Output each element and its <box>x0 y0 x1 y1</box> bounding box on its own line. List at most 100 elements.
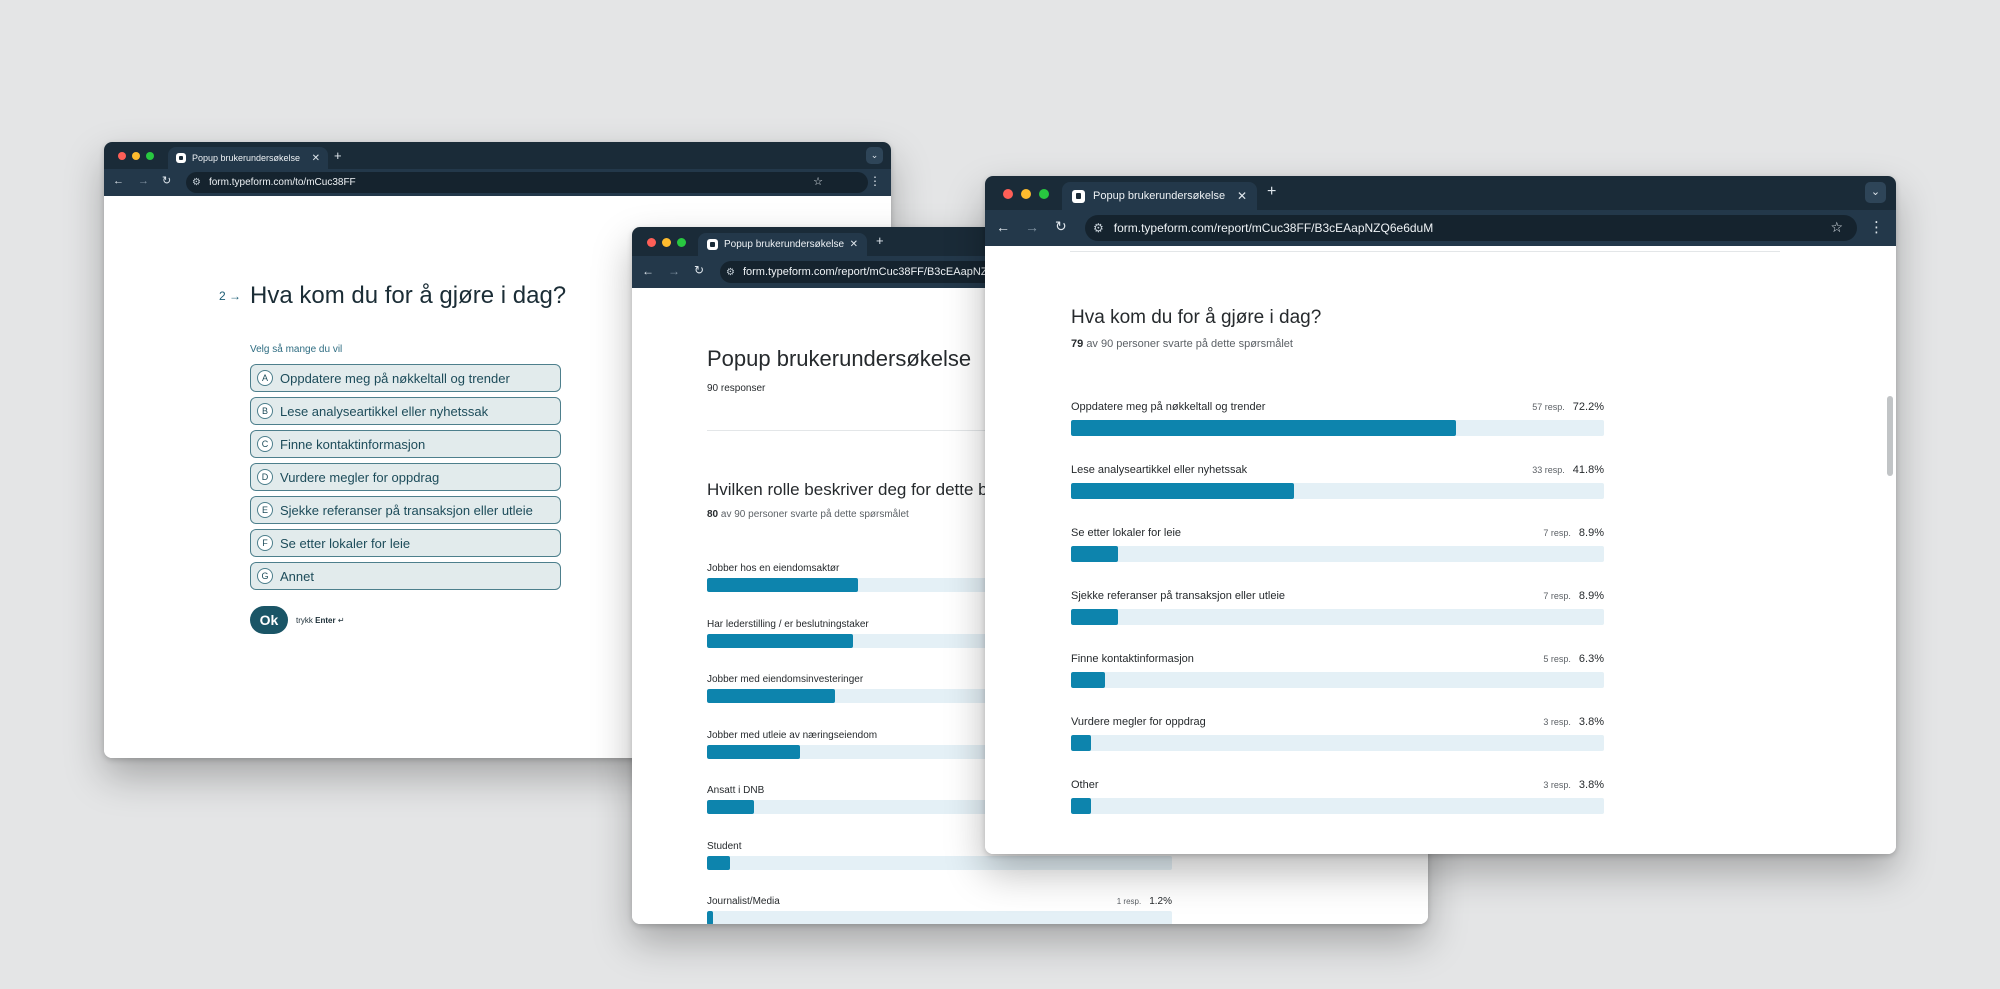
reload-icon[interactable]: ↻ <box>1055 218 1067 235</box>
reload-icon[interactable]: ↻ <box>162 174 171 187</box>
choice-label: Sjekke referanser på transaksjon eller u… <box>280 502 533 518</box>
choice-key: A <box>257 370 273 386</box>
question-title: Hva kom du for å gjøre i dag? <box>1071 307 1322 328</box>
minimize-window-button[interactable] <box>1021 189 1031 199</box>
back-arrow-icon[interactable]: ← <box>642 264 654 278</box>
address-bar[interactable]: ⚙ form.typeform.com/to/mCuc38FF ☆ <box>186 172 868 193</box>
browser-tab[interactable]: Popup brukerundersøkelse ✕ <box>1062 182 1257 210</box>
site-settings-icon[interactable]: ⚙ <box>726 267 735 278</box>
new-tab-button[interactable]: + <box>1267 183 1276 201</box>
answer-bar-track <box>1071 798 1604 814</box>
browser-tab[interactable]: Popup brukerundersøkelse ✕ <box>698 233 867 256</box>
close-tab-icon[interactable]: ✕ <box>1237 189 1247 203</box>
question-hint: Velg så mange du vil <box>250 344 343 355</box>
answer-bar-fill <box>707 911 713 924</box>
choice-option-d[interactable]: D Vurdere megler for oppdrag <box>250 463 561 491</box>
answer-bar-track <box>1071 420 1604 436</box>
enter-key-icon: ↵ <box>337 616 345 625</box>
url-text: form.typeform.com/report/mCuc38FF/B3cEAa… <box>1113 221 1434 235</box>
response-percentage: 1.2% <box>1149 896 1172 907</box>
answer-stats: 7 resp. 8.9% <box>1071 590 1604 602</box>
choice-option-c[interactable]: C Finne kontaktinformasjon <box>250 430 561 458</box>
choice-key: G <box>257 568 273 584</box>
bookmark-star-icon[interactable]: ☆ <box>1830 219 1843 236</box>
choice-label: Vurdere megler for oppdrag <box>280 469 440 485</box>
ok-button[interactable]: Ok <box>250 606 288 634</box>
answer-label: Jobber hos en eiendomsaktør <box>707 563 840 574</box>
choice-key: D <box>257 469 273 485</box>
choice-option-g[interactable]: G Annet <box>250 562 561 590</box>
bookmark-star-icon[interactable]: ☆ <box>813 175 823 188</box>
tab-search-button[interactable]: ⌄ <box>866 147 883 164</box>
answer-bar-track <box>707 855 1172 870</box>
report-title: Popup brukerundersøkelse <box>707 346 972 371</box>
answer-bar-track <box>1071 546 1604 562</box>
maximize-window-button[interactable] <box>1039 189 1049 199</box>
new-tab-button[interactable]: + <box>876 233 884 248</box>
close-window-button[interactable] <box>647 238 656 247</box>
response-count: 90 responser <box>707 383 766 394</box>
choice-label: Oppdatere meg på nøkkeltall og trender <box>280 370 510 386</box>
address-bar[interactable]: ⚙ form.typeform.com/report/mCuc38FF/B3cE… <box>1085 215 1857 241</box>
minimize-window-button[interactable] <box>662 238 671 247</box>
kebab-menu-icon[interactable]: ⋮ <box>869 174 881 188</box>
answered-summary: 79 av 90 personer svarte på dette spørsm… <box>1071 338 1293 350</box>
choice-option-f[interactable]: F Se etter lokaler for leie <box>250 529 561 557</box>
response-percentage: 72.2% <box>1572 401 1604 413</box>
response-percentage: 3.8% <box>1578 716 1604 728</box>
answer-bar-track <box>1071 735 1604 751</box>
forward-arrow-icon[interactable]: → <box>1025 219 1039 235</box>
site-settings-icon[interactable]: ⚙ <box>1093 221 1104 235</box>
window-controls <box>647 238 686 247</box>
typeform-favicon-icon <box>1072 189 1085 203</box>
answer-stats: 3 resp. 3.8% <box>1071 716 1604 728</box>
choice-label: Finne kontaktinformasjon <box>280 436 426 452</box>
choice-option-e[interactable]: E Sjekke referanser på transaksjon eller… <box>250 496 561 524</box>
close-tab-icon[interactable]: ✕ <box>850 239 858 250</box>
vertical-scrollbar[interactable] <box>1887 396 1893 476</box>
close-window-button[interactable] <box>1003 189 1013 199</box>
response-percentage: 41.8% <box>1572 464 1604 476</box>
forward-arrow-icon[interactable]: → <box>138 175 149 187</box>
response-count: 7 resp. <box>1543 528 1571 538</box>
back-arrow-icon[interactable]: ← <box>996 219 1010 235</box>
reload-icon[interactable]: ↻ <box>694 263 704 277</box>
maximize-window-button[interactable] <box>146 152 154 160</box>
report-browser-window-purpose: Popup brukerundersøkelse ✕ + ⌄ ← → ↻ ⚙ f… <box>985 176 1896 854</box>
answer-bar-track <box>1071 672 1604 688</box>
answer-stats: 5 resp. 6.3% <box>1071 653 1604 665</box>
typeform-favicon-icon <box>176 153 186 163</box>
response-count: 3 resp. <box>1543 717 1571 727</box>
answer-stats: 3 resp. 3.8% <box>1071 779 1604 791</box>
answer-stats: 7 resp. 8.9% <box>1071 527 1604 539</box>
choice-label: Lese analyseartikkel eller nyhetssak <box>280 403 489 419</box>
minimize-window-button[interactable] <box>132 152 140 160</box>
window-controls <box>1003 189 1049 199</box>
answered-summary: 80 av 90 personer svarte på dette spørsm… <box>707 509 909 520</box>
choice-option-a[interactable]: A Oppdatere meg på nøkkeltall og trender <box>250 364 561 392</box>
answer-label: Ansatt i DNB <box>707 785 765 796</box>
typeform-favicon-icon <box>707 239 718 250</box>
choice-option-b[interactable]: B Lese analyseartikkel eller nyhetssak <box>250 397 561 425</box>
answer-stats: 1 resp. 1.2% <box>707 896 1172 907</box>
tab-strip: Popup brukerundersøkelse ✕ + ⌄ <box>104 142 891 169</box>
answer-label: Student <box>707 840 742 852</box>
browser-tab[interactable]: Popup brukerundersøkelse ✕ <box>168 147 328 169</box>
tab-title: Popup brukerundersøkelse <box>1093 190 1226 202</box>
close-tab-icon[interactable]: ✕ <box>312 153 320 164</box>
tab-search-button[interactable]: ⌄ <box>1865 182 1886 203</box>
new-tab-button[interactable]: + <box>334 148 342 163</box>
answer-bar-fill <box>707 744 800 759</box>
forward-arrow-icon[interactable]: → <box>668 264 680 278</box>
response-percentage: 8.9% <box>1578 527 1604 539</box>
kebab-menu-icon[interactable]: ⋮ <box>1869 218 1884 236</box>
arrow-right-icon: → <box>229 289 242 303</box>
maximize-window-button[interactable] <box>677 238 686 247</box>
response-count: 1 resp. <box>1116 897 1142 906</box>
choice-key: B <box>257 403 273 419</box>
close-window-button[interactable] <box>118 152 126 160</box>
site-settings-icon[interactable]: ⚙ <box>192 177 201 188</box>
question-title: Hva kom du for å gjøre i dag? <box>250 282 567 309</box>
back-arrow-icon[interactable]: ← <box>113 175 124 187</box>
answer-bar-fill <box>1071 798 1092 814</box>
